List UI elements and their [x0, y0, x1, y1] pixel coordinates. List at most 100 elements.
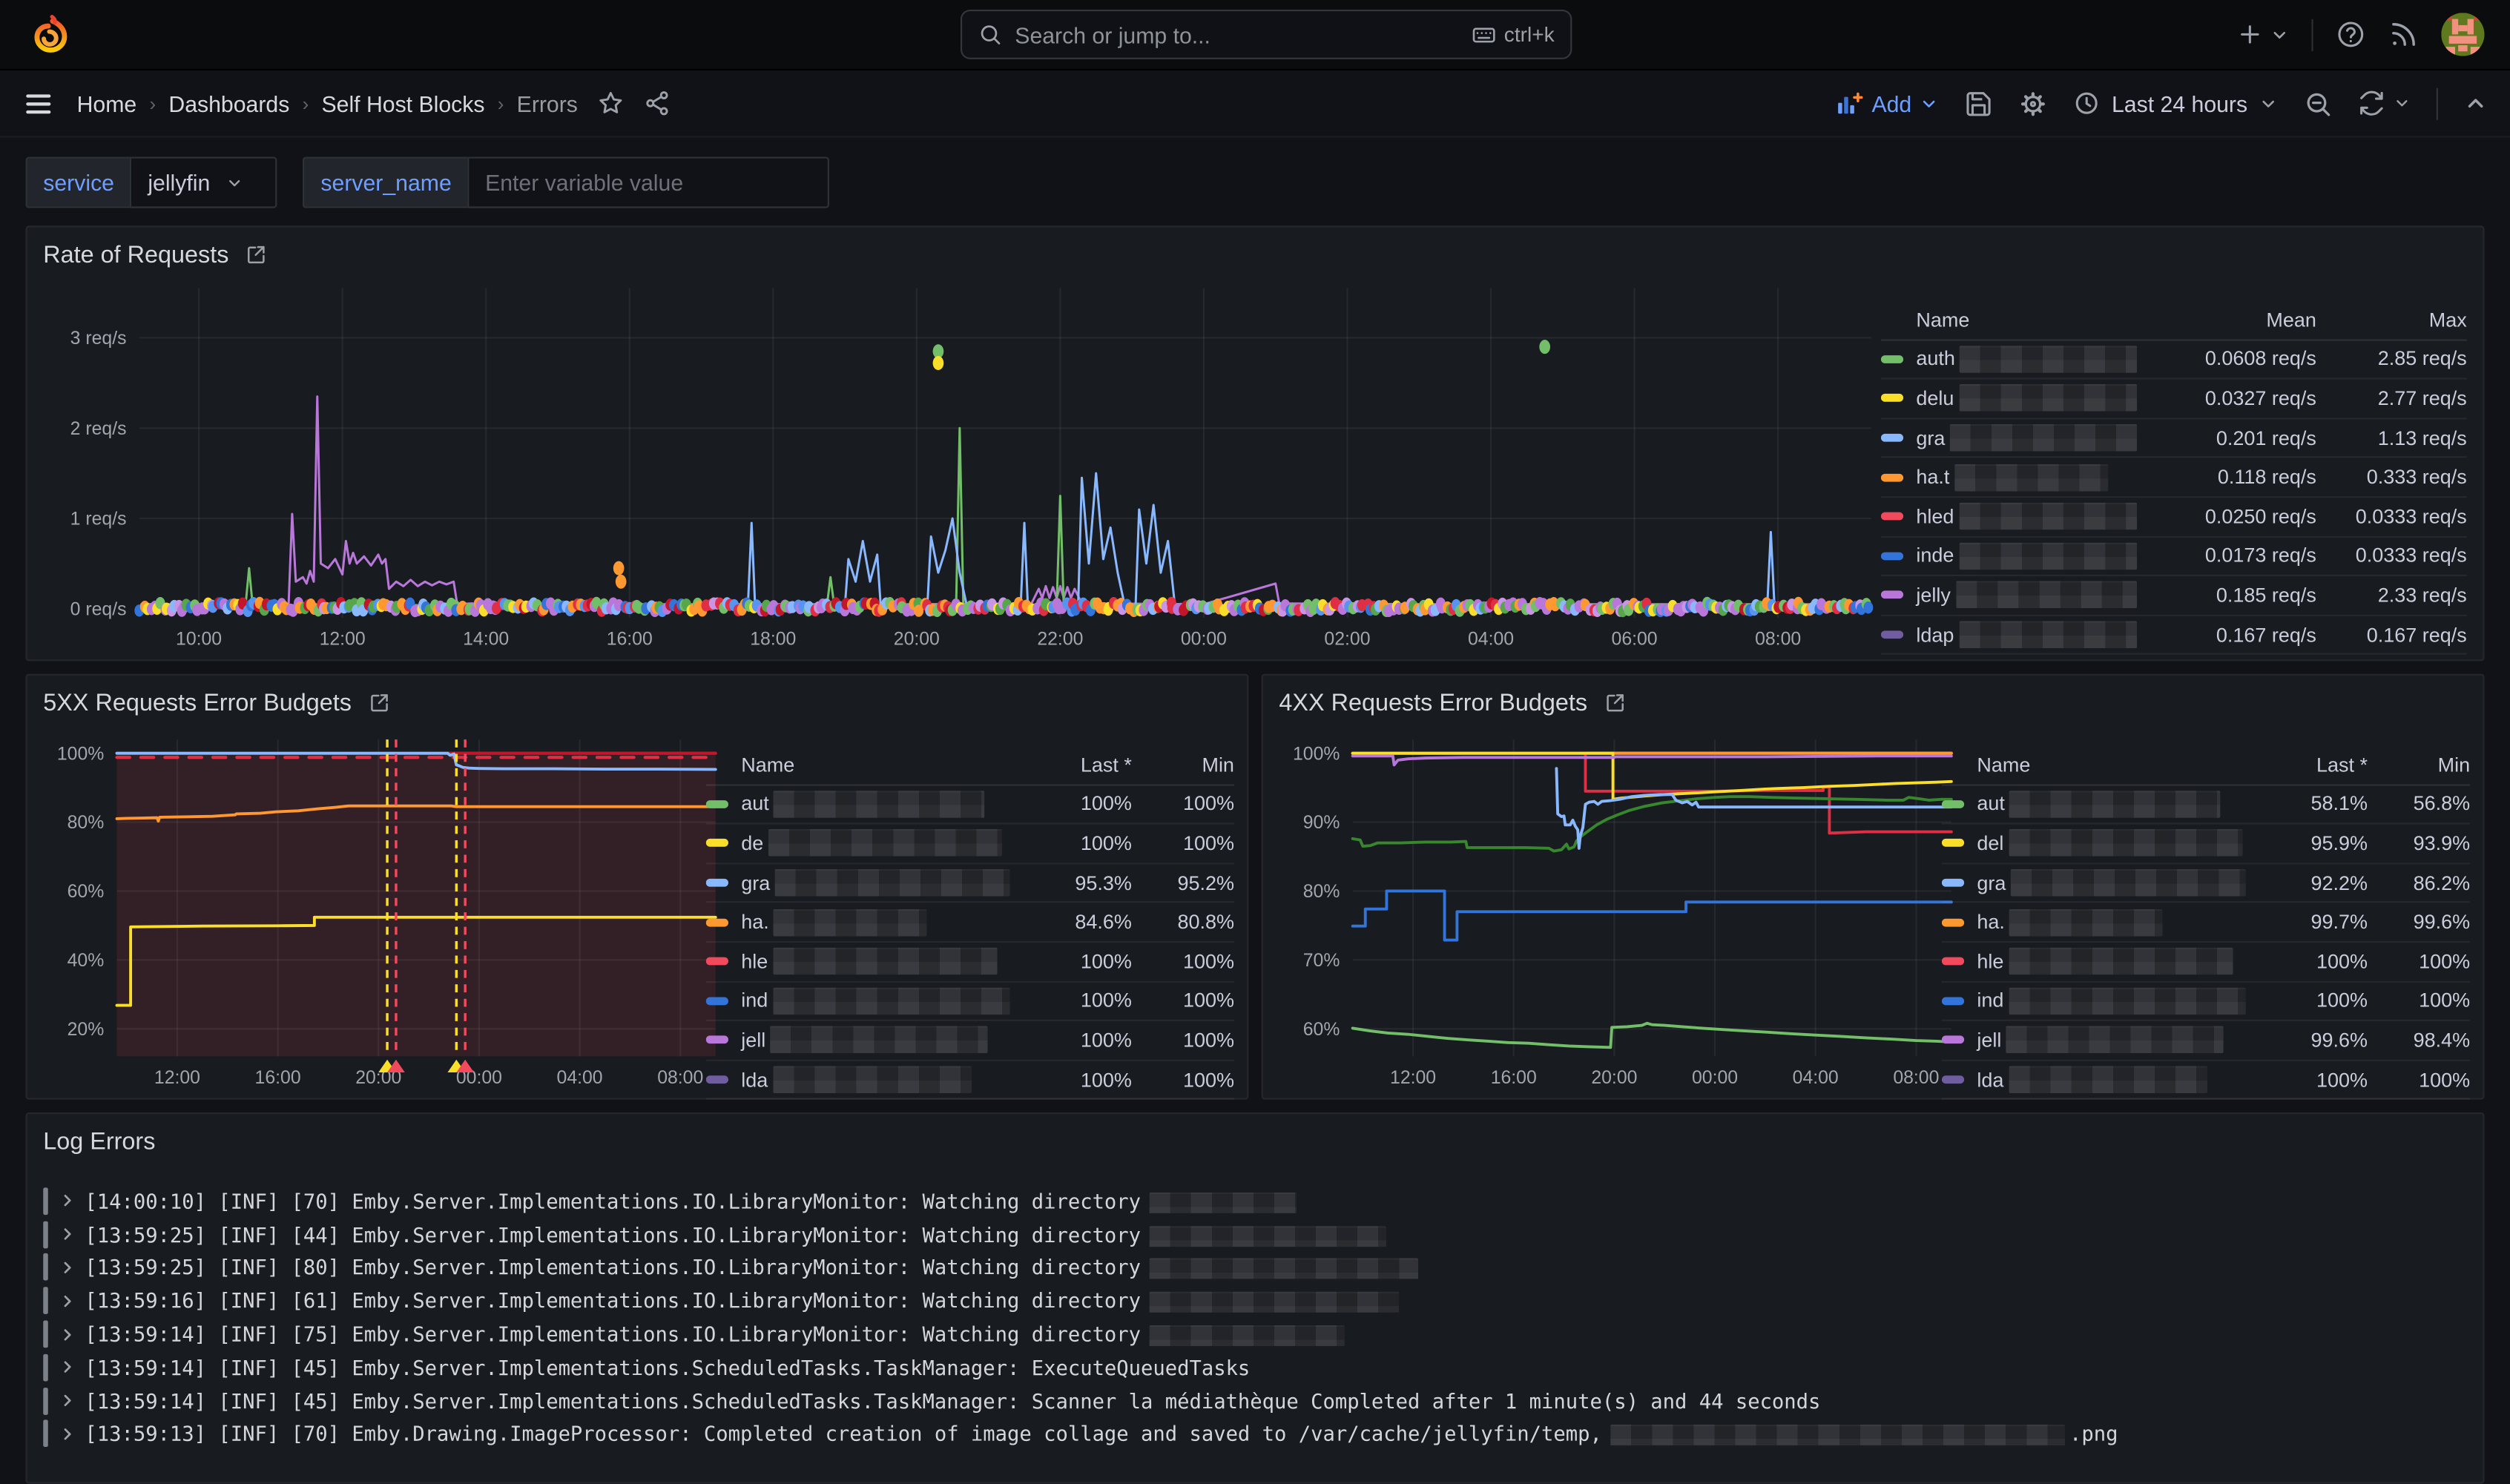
- legend-row[interactable]: aut58.1%56.8%: [1942, 785, 2470, 825]
- share-icon[interactable]: [643, 90, 671, 117]
- legend-row[interactable]: inde0.0173 req/s0.0333 req/s: [1881, 537, 2467, 576]
- series-name[interactable]: jell: [706, 1026, 1010, 1054]
- legend-row[interactable]: jell100%100%: [706, 1021, 1234, 1061]
- legend-row[interactable]: ldap0.167 req/s0.167 req/s: [1881, 616, 2467, 655]
- series-name[interactable]: jell: [1942, 1026, 2246, 1054]
- news-icon[interactable]: [2388, 19, 2419, 50]
- legend-row[interactable]: lda100%100%: [706, 1061, 1234, 1100]
- kiosk-collapse-button[interactable]: [2463, 91, 2487, 115]
- legend-header-value2[interactable]: Max: [2316, 309, 2467, 331]
- series-name[interactable]: ha.t: [1881, 464, 2137, 491]
- user-avatar[interactable]: [2441, 13, 2484, 56]
- series-name[interactable]: inde: [1881, 542, 2137, 570]
- panel-title[interactable]: 4XX Requests Error Budgets: [1279, 689, 1587, 716]
- series-name[interactable]: delu: [1881, 385, 2137, 412]
- log-line[interactable]: [13:59:13] [INF] [70] Emby.Drawing.Image…: [43, 1417, 2467, 1451]
- refresh-button[interactable]: [2358, 90, 2411, 117]
- legend-header-name[interactable]: Name: [1942, 753, 2246, 776]
- 4xx-error-budgets-chart[interactable]: 12:0016:0020:0000:0004:0008:0060%70%80%9…: [1273, 724, 1964, 1095]
- log-line[interactable]: [13:59:14] [INF] [45] Emby.Server.Implem…: [43, 1384, 2467, 1417]
- series-name[interactable]: auth: [1881, 346, 2137, 373]
- breadcrumb-item[interactable]: Dashboards: [168, 90, 289, 116]
- legend-header-value2[interactable]: Min: [2368, 753, 2470, 776]
- external-link-icon[interactable]: [245, 243, 267, 266]
- new-button[interactable]: [2236, 21, 2289, 48]
- 5xx-error-budgets-chart[interactable]: 12:0016:0020:0000:0004:0008:0020%40%60%8…: [37, 724, 728, 1095]
- log-level-bar: [43, 1354, 47, 1382]
- legend-row[interactable]: gra0.201 req/s1.13 req/s: [1881, 419, 2467, 458]
- series-name[interactable]: hle: [706, 948, 1010, 975]
- external-link-icon[interactable]: [1604, 691, 1626, 713]
- log-line[interactable]: [13:59:14] [INF] [45] Emby.Server.Implem…: [43, 1351, 2467, 1384]
- legend-row[interactable]: ha.99.7%99.6%: [1942, 903, 2470, 943]
- series-name[interactable]: del: [1942, 830, 2246, 857]
- series-name[interactable]: hled: [1881, 503, 2137, 530]
- legend-row[interactable]: gra95.3%95.2%: [706, 864, 1234, 903]
- legend-row[interactable]: jell99.6%98.4%: [1942, 1021, 2470, 1061]
- legend-row[interactable]: hled0.0250 req/s0.0333 req/s: [1881, 498, 2467, 537]
- series-name[interactable]: gra: [1942, 869, 2246, 897]
- legend-row[interactable]: ha.84.6%80.8%: [706, 903, 1234, 943]
- global-search[interactable]: ctrl+k: [961, 10, 1572, 59]
- series-name[interactable]: jelly: [1881, 581, 2137, 609]
- series-name[interactable]: gra: [1881, 424, 2137, 452]
- add-button[interactable]: Add: [1835, 89, 1939, 118]
- legend-row[interactable]: ind100%100%: [706, 982, 1234, 1021]
- star-icon[interactable]: [597, 90, 625, 117]
- series-name[interactable]: de: [706, 830, 1010, 857]
- legend-row[interactable]: lda100%100%: [1942, 1061, 2470, 1100]
- legend-row[interactable]: aut100%100%: [706, 785, 1234, 825]
- panel-title[interactable]: Log Errors: [43, 1127, 155, 1155]
- breadcrumb-item[interactable]: Self Host Blocks: [321, 90, 484, 116]
- legend-header-value2[interactable]: Min: [1132, 753, 1234, 776]
- log-line[interactable]: [13:59:14] [INF] [75] Emby.Server.Implem…: [43, 1318, 2467, 1351]
- series-name[interactable]: hle: [1942, 948, 2246, 975]
- help-button[interactable]: [2336, 19, 2366, 50]
- external-link-icon[interactable]: [368, 691, 390, 713]
- series-name[interactable]: ha.: [1942, 908, 2246, 936]
- legend-row[interactable]: del95.9%93.9%: [1942, 825, 2470, 864]
- legend-header-value1[interactable]: Last *: [1010, 753, 1132, 776]
- legend-row[interactable]: ind100%100%: [1942, 982, 2470, 1021]
- dashboard-settings-button[interactable]: [2019, 89, 2048, 118]
- legend-header-value1[interactable]: Last *: [2246, 753, 2368, 776]
- series-name[interactable]: ind: [1942, 987, 2246, 1015]
- series-name[interactable]: lda: [1942, 1066, 2246, 1093]
- series-name[interactable]: aut: [706, 791, 1010, 818]
- legend-row[interactable]: delu0.0327 req/s2.77 req/s: [1881, 380, 2467, 419]
- series-name[interactable]: lda: [706, 1066, 1010, 1093]
- redacted-text: [774, 908, 927, 936]
- legend-row[interactable]: ha.t0.118 req/s0.333 req/s: [1881, 458, 2467, 498]
- legend-header-name[interactable]: Name: [1881, 309, 2137, 331]
- legend-row[interactable]: hle100%100%: [1942, 943, 2470, 982]
- log-line[interactable]: [13:59:25] [INF] [44] Emby.Server.Implem…: [43, 1218, 2467, 1251]
- search-input[interactable]: [1015, 22, 1457, 47]
- log-line[interactable]: [13:59:16] [INF] [61] Emby.Server.Implem…: [43, 1285, 2467, 1318]
- legend-row[interactable]: hle100%100%: [706, 943, 1234, 982]
- rate-of-requests-chart[interactable]: 10:0012:0014:0016:0018:0020:0022:0000:00…: [37, 275, 1881, 656]
- legend-row[interactable]: auth0.0608 req/s2.85 req/s: [1881, 340, 2467, 380]
- panel-title[interactable]: Rate of Requests: [43, 241, 228, 268]
- mega-menu-toggle[interactable]: [22, 88, 54, 119]
- grafana-logo[interactable]: [29, 13, 70, 55]
- legend-row[interactable]: jelly0.185 req/s2.33 req/s: [1881, 576, 2467, 616]
- log-line[interactable]: [13:59:25] [INF] [80] Emby.Server.Implem…: [43, 1251, 2467, 1285]
- series-name[interactable]: ha.: [706, 908, 1010, 936]
- log-line[interactable]: [14:00:10] [INF] [70] Emby.Server.Implem…: [43, 1184, 2467, 1218]
- series-name[interactable]: ind: [706, 987, 1010, 1015]
- panel-title[interactable]: 5XX Requests Error Budgets: [43, 689, 352, 716]
- legend-row[interactable]: de100%100%: [706, 825, 1234, 864]
- legend-header-name[interactable]: Name: [706, 753, 1010, 776]
- series-name[interactable]: aut: [1942, 791, 2246, 818]
- time-range-picker[interactable]: Last 24 hours: [2073, 90, 2278, 117]
- legend-row[interactable]: gra92.2%86.2%: [1942, 864, 2470, 903]
- save-dashboard-button[interactable]: [1964, 89, 1993, 118]
- variable-input-server-name[interactable]: [467, 157, 829, 208]
- series-name[interactable]: ldap: [1881, 621, 2137, 648]
- breadcrumb-item[interactable]: Home: [77, 90, 137, 116]
- legend-header-value1[interactable]: Mean: [2137, 309, 2316, 331]
- breadcrumb-separator: ›: [149, 92, 156, 114]
- zoom-out-button[interactable]: [2304, 89, 2333, 118]
- series-name[interactable]: gra: [706, 869, 1010, 897]
- variable-select-service[interactable]: jellyfin: [131, 157, 278, 208]
